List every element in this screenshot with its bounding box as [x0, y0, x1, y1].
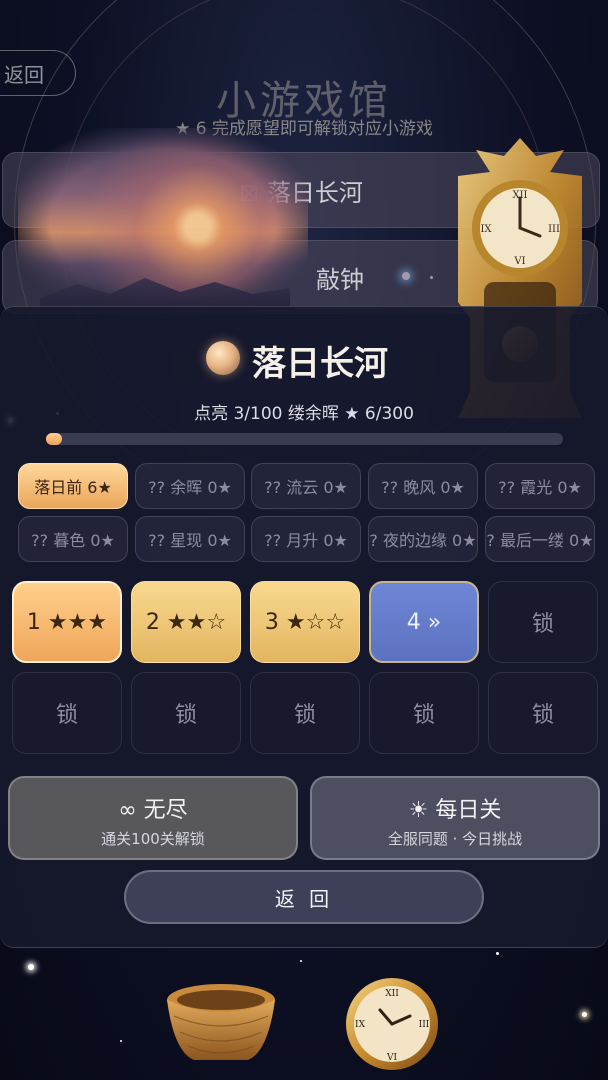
endless-subtitle: 通关100关解锁 — [101, 830, 205, 848]
daily-title: ☀ 每日关 — [408, 798, 502, 823]
chapter-chip[interactable]: ?? 月升 0★ — [251, 516, 361, 562]
chapter-chip[interactable]: ?? 流云 0★ — [251, 463, 361, 509]
chapter-chip[interactable]: ? 夜的边缘 0★ — [368, 516, 478, 562]
svg-text:III: III — [548, 224, 560, 235]
daily-subtitle: 全服同题 · 今日挑战 — [387, 830, 523, 848]
svg-text:VI: VI — [386, 1053, 397, 1063]
svg-text:IX: IX — [480, 224, 492, 235]
svg-text:IX: IX — [355, 1020, 366, 1030]
level-tile[interactable]: 2 ★★☆ — [131, 581, 241, 663]
chapter-chip[interactable]: ?? 暮色 0★ — [18, 516, 128, 562]
level-tile[interactable]: 4 » — [369, 581, 479, 663]
level-tile[interactable]: 3 ★☆☆ — [250, 581, 360, 663]
svg-text:XII: XII — [385, 989, 399, 999]
minigame-row-label: 敲钟 — [316, 265, 364, 294]
chapter-chip[interactable]: ?? 霞光 0★ — [485, 463, 595, 509]
panel-title: 落日长河 — [252, 344, 388, 384]
basket-icon — [167, 984, 275, 1060]
clock-small-icon: XII III VI IX — [346, 978, 438, 1070]
level-tile-locked[interactable]: 锁 — [488, 672, 598, 754]
star — [496, 952, 499, 955]
svg-text:VI: VI — [513, 256, 525, 267]
chapter-chip[interactable]: ?? 星现 0★ — [135, 516, 245, 562]
star — [582, 1012, 587, 1017]
chapter-chip[interactable]: ? 最后一缕 0★ — [485, 516, 595, 562]
star — [28, 964, 34, 970]
level-tile-locked[interactable]: 锁 — [131, 672, 241, 754]
chapter-chip[interactable]: ?? 晚风 0★ — [368, 463, 478, 509]
star — [300, 960, 302, 962]
chapter-chip[interactable]: 落日前 6★ — [18, 463, 128, 509]
level-tile-locked[interactable]: 锁 — [488, 581, 598, 663]
level-tile-locked[interactable]: 锁 — [12, 672, 122, 754]
progress-text: 点亮 3/100 缕余晖 ★ 6/300 — [194, 404, 414, 424]
back-button[interactable]: 返 回 — [124, 870, 484, 924]
level-tile[interactable]: 1 ★★★ — [12, 581, 122, 663]
svg-text:III: III — [419, 1020, 430, 1030]
back-button-label: 返 回 — [274, 886, 334, 911]
svg-text:XII: XII — [512, 190, 527, 201]
progress-bar — [46, 433, 563, 445]
level-tile-locked[interactable]: 锁 — [369, 672, 479, 754]
sun-orb-icon — [206, 341, 240, 375]
star — [120, 1040, 122, 1042]
endless-title: ∞ 无尽 — [118, 798, 188, 823]
progress-bar-fill — [46, 433, 62, 445]
chapter-chip[interactable]: ?? 余晖 0★ — [135, 463, 245, 509]
daily-mode-button[interactable]: ☀ 每日关 全服同题 · 今日挑战 — [310, 776, 600, 860]
level-tile-locked[interactable]: 锁 — [250, 672, 360, 754]
endless-mode-button[interactable]: ∞ 无尽 通关100关解锁 — [8, 776, 298, 860]
